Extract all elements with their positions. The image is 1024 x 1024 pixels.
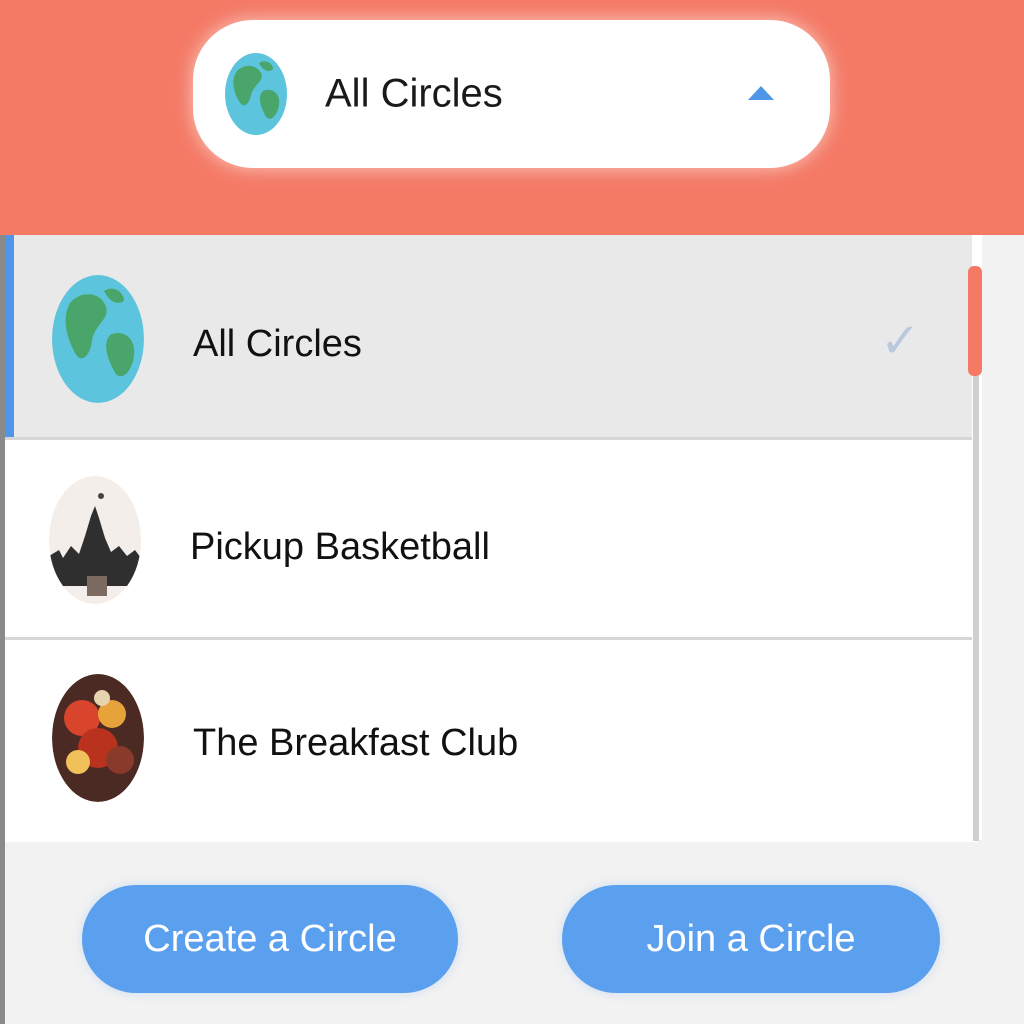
globe-icon xyxy=(52,275,144,403)
circle-selector-dropdown[interactable]: All Circles xyxy=(193,20,830,168)
join-circle-button[interactable]: Join a Circle xyxy=(562,885,940,993)
circle-list: All Circles ✓ Pickup Basketball The Brea… xyxy=(5,235,978,845)
globe-icon xyxy=(225,53,287,135)
list-item-breakfast-club[interactable]: The Breakfast Club xyxy=(5,640,978,840)
header-bar: All Circles xyxy=(0,0,1024,235)
breakfast-avatar xyxy=(52,674,144,802)
list-item-label: All Circles xyxy=(193,323,362,365)
create-circle-button[interactable]: Create a Circle xyxy=(82,885,458,993)
list-item-all-circles[interactable]: All Circles ✓ xyxy=(5,235,978,440)
list-item-label: The Breakfast Club xyxy=(193,722,519,764)
selection-indicator xyxy=(5,235,14,437)
basketball-avatar xyxy=(49,476,141,604)
chevron-up-icon[interactable] xyxy=(748,86,774,100)
list-item-pickup-basketball[interactable]: Pickup Basketball xyxy=(5,440,978,640)
scrollbar-thumb[interactable] xyxy=(968,266,982,376)
checkmark-icon: ✓ xyxy=(880,313,921,369)
list-item-label: Pickup Basketball xyxy=(190,526,490,568)
selected-circle-label: All Circles xyxy=(325,71,503,116)
scrollbar-rail xyxy=(973,376,979,841)
